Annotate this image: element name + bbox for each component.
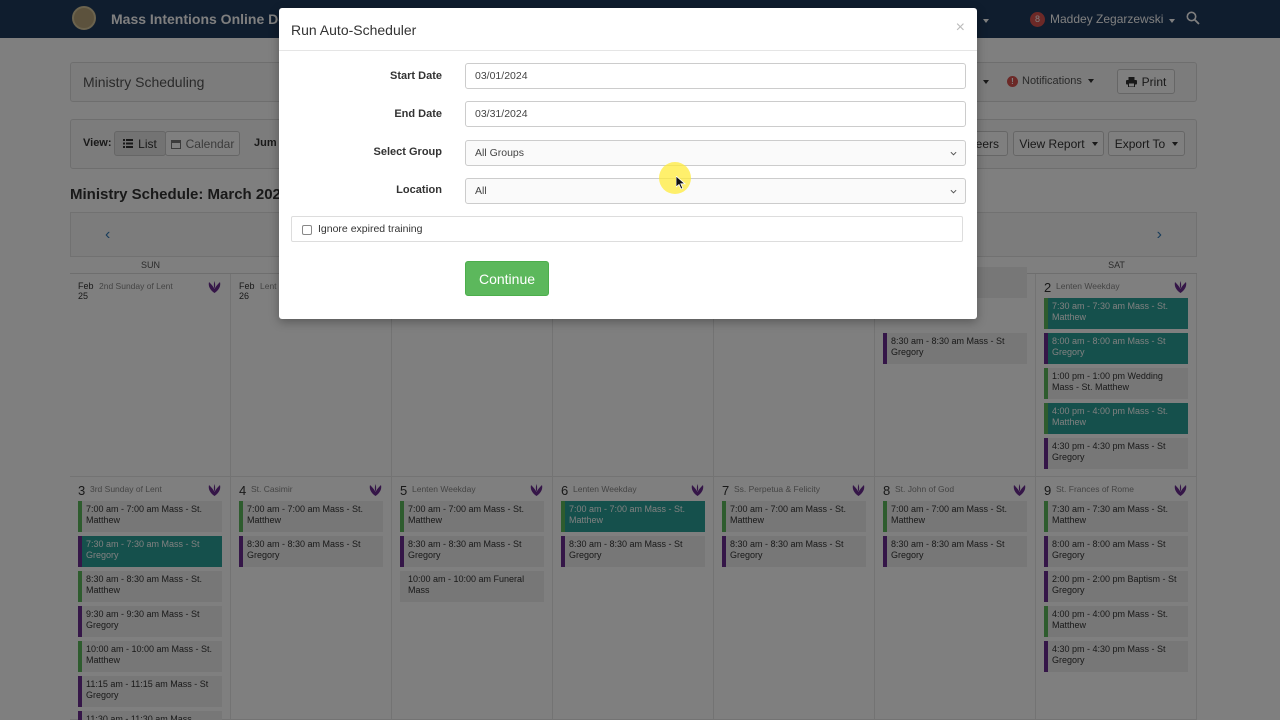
- end-date-value: 03/31/2024: [475, 108, 528, 120]
- ignore-expired-training-checkbox[interactable]: [302, 225, 312, 235]
- start-date-field[interactable]: 03/01/2024: [465, 63, 966, 89]
- modal-header: Run Auto-Scheduler ×: [279, 8, 977, 51]
- location-label: Location: [396, 184, 442, 196]
- continue-button[interactable]: Continue: [465, 261, 549, 296]
- start-date-value: 03/01/2024: [475, 70, 528, 82]
- end-date-field[interactable]: 03/31/2024: [465, 101, 966, 127]
- select-group-label: Select Group: [373, 146, 442, 158]
- modal-title: Run Auto-Scheduler: [291, 22, 417, 38]
- auto-scheduler-modal: Run Auto-Scheduler × Start Date 03/01/20…: [279, 8, 977, 319]
- location-value: All: [475, 185, 487, 197]
- mouse-cursor-icon: [676, 176, 686, 190]
- end-date-label: End Date: [394, 108, 442, 120]
- close-icon[interactable]: ×: [956, 19, 965, 37]
- cursor-highlight: [659, 162, 691, 194]
- chevron-down-icon: [950, 151, 957, 156]
- ignore-expired-training-row: Ignore expired training: [291, 216, 963, 242]
- location-dropdown[interactable]: All: [465, 178, 966, 204]
- start-date-label: Start Date: [390, 70, 442, 82]
- ignore-expired-training-label[interactable]: Ignore expired training: [318, 223, 422, 235]
- chevron-down-icon: [950, 189, 957, 194]
- select-group-dropdown[interactable]: All Groups: [465, 140, 966, 166]
- select-group-value: All Groups: [475, 147, 525, 159]
